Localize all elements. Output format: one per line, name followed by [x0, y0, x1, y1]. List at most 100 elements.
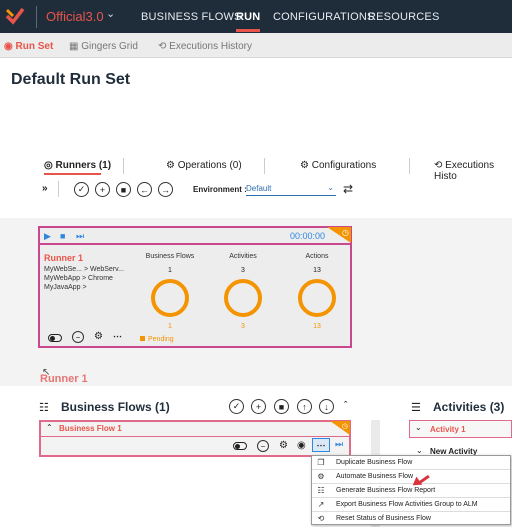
runner-status-label: Pending	[148, 336, 174, 343]
chevron-down-icon[interactable]: ⌄	[106, 7, 115, 20]
solution-name[interactable]: Official3.0	[46, 9, 104, 24]
ginger-logo-icon	[5, 7, 25, 25]
activity-name: Activity 1	[430, 425, 466, 434]
nav-run[interactable]: RUN	[236, 11, 260, 23]
move-right-button[interactable]: →	[158, 182, 173, 197]
tab-divider	[409, 158, 410, 174]
activities-count: 3	[241, 267, 245, 274]
actions-count: 13	[313, 267, 321, 274]
runner-flow-item: MyJavaApp >	[44, 284, 87, 291]
chevron-down-icon[interactable]: ⌄	[416, 446, 423, 455]
stop-icon[interactable]: ■	[60, 231, 65, 241]
add-runner-button[interactable]: +	[95, 182, 110, 197]
runner-timer: 00:00:00	[290, 231, 326, 241]
business-flows-title: Business Flows (1)	[61, 400, 170, 414]
delete-flow-button[interactable]: ■	[274, 399, 289, 414]
delete-runner-button[interactable]: ■	[116, 182, 131, 197]
nav-configurations[interactable]: CONFIGURATIONS	[273, 11, 375, 23]
gears-icon: ⚙	[317, 472, 325, 481]
more-options-button[interactable]: ⋯	[312, 438, 330, 452]
export-icon: ↗	[317, 500, 325, 509]
activities-column-label: Activities	[229, 253, 257, 260]
shuffle-icon[interactable]: ⇄	[343, 182, 353, 196]
fast-forward-icon[interactable]: ⏭	[335, 439, 343, 450]
tab-executions-history[interactable]: ⟲ Executions History	[158, 41, 252, 52]
clock-icon: ◷	[342, 228, 349, 237]
reset-icon: ⟲	[317, 514, 325, 523]
check-button[interactable]: ✓	[229, 399, 244, 414]
chevron-down-icon: ⌄	[327, 183, 334, 192]
move-up-button[interactable]: ↑	[297, 399, 312, 414]
remove-flow-button[interactable]: −	[257, 440, 269, 452]
context-menu: ❐ Duplicate Business Flow ⚙ Automate Bus…	[311, 455, 511, 525]
tab-operations[interactable]: ⚙ Operations (0)	[166, 160, 242, 171]
report-icon: ☷	[317, 486, 325, 495]
chevron-down-icon[interactable]: ⌄	[415, 423, 422, 432]
actions-status-count: 13	[313, 323, 321, 330]
runner-card[interactable]: ▶ ■ ⏭ 00:00:00 ◷ Runner 1 MyWebSe... > W…	[38, 226, 352, 348]
menu-item-duplicate[interactable]: ❐ Duplicate Business Flow	[312, 456, 510, 470]
eye-icon[interactable]: ◉	[297, 440, 306, 451]
more-options-icon[interactable]: ⋯	[113, 331, 122, 342]
environment-value: Default	[246, 184, 272, 193]
history-icon: ⟲	[434, 160, 446, 171]
tab-configurations-label: Configurations	[311, 160, 377, 171]
menu-item-export-alm[interactable]: ↗ Export Business Flow Activities Group …	[312, 498, 510, 512]
tab-run-set-label: Run Set	[15, 41, 54, 52]
tab-runners-label: Runners (1)	[55, 160, 112, 171]
grid-icon: ▦	[69, 41, 82, 52]
list-icon: ☰	[411, 402, 421, 414]
fast-forward-icon[interactable]: ⏭	[76, 231, 84, 242]
gear-icon[interactable]: ⚙	[279, 440, 288, 451]
gear-icon: ⚙	[300, 160, 312, 171]
chevron-up-icon[interactable]: ⌃	[46, 423, 53, 432]
actions-ring	[298, 279, 336, 317]
expand-all-icon[interactable]: »	[42, 183, 48, 194]
activity-card[interactable]: ⌄ Activity 1	[409, 420, 512, 438]
tab-gingers-grid[interactable]: ▦ Gingers Grid	[69, 41, 138, 52]
actions-column-label: Actions	[305, 253, 329, 260]
sitemap-icon: ☷	[39, 402, 49, 414]
tab-operations-label: Operations (0)	[177, 160, 242, 171]
page-title: Default Run Set	[11, 71, 131, 88]
nav-business-flows[interactable]: BUSINESS FLOWS	[141, 11, 242, 23]
nav-resources[interactable]: RESOURCES	[368, 11, 439, 23]
business-flows-ring	[151, 279, 189, 317]
duplicate-icon: ❐	[317, 458, 325, 467]
gear-icon[interactable]: ⚙	[94, 331, 103, 342]
tab-executions-history-runner[interactable]: ⟲ Executions Histo	[434, 160, 512, 182]
move-left-button[interactable]: ←	[137, 182, 152, 197]
play-circle-icon: ◉	[4, 41, 16, 52]
runner-status: Pending	[140, 336, 174, 343]
tab-runners[interactable]: ◎ Runners (1)	[44, 160, 111, 171]
business-flows-status-count: 1	[168, 323, 172, 330]
flow-active-toggle[interactable]	[233, 442, 247, 450]
run-check-button[interactable]: ✓	[74, 182, 89, 197]
runner-name: Runner 1	[44, 253, 84, 263]
menu-item-label: Automate Business Flow	[336, 473, 414, 480]
mouse-cursor-icon: ↖	[42, 367, 51, 378]
remove-runner-button[interactable]: −	[72, 331, 84, 343]
environment-select[interactable]: Default ⌄	[246, 183, 336, 196]
collapse-all-icon[interactable]: ˆ	[344, 400, 347, 410]
activities-title: Activities (3)	[433, 400, 505, 414]
gears-icon: ⚙	[166, 160, 178, 171]
menu-item-generate-report[interactable]: ☷ Generate Business Flow Report	[312, 484, 510, 498]
move-down-button[interactable]: ↓	[319, 399, 334, 414]
activities-status-count: 3	[241, 323, 245, 330]
environment-label: Environment :	[193, 185, 247, 194]
tab-configurations[interactable]: ⚙ Configurations	[300, 160, 376, 171]
business-flow-name: Business Flow 1	[59, 424, 122, 433]
runner-active-toggle[interactable]	[48, 334, 62, 342]
play-icon[interactable]: ▶	[44, 231, 51, 242]
clock-icon: ◷	[341, 423, 348, 430]
runner-flow-item: MyWebApp > Chrome	[44, 275, 113, 282]
business-flow-card[interactable]: ⌃ Business Flow 1 ◷ − ⚙ ◉ ⋯ ⏭	[39, 420, 351, 457]
status-dot	[140, 336, 145, 341]
menu-item-label: Reset Status of Business Flow	[336, 515, 431, 522]
tab-divider	[264, 158, 265, 174]
add-flow-button[interactable]: +	[251, 399, 266, 414]
menu-item-reset-status[interactable]: ⟲ Reset Status of Business Flow	[312, 512, 510, 526]
tab-run-set[interactable]: ◉ Run Set	[4, 41, 53, 52]
brand-divider	[36, 6, 37, 28]
